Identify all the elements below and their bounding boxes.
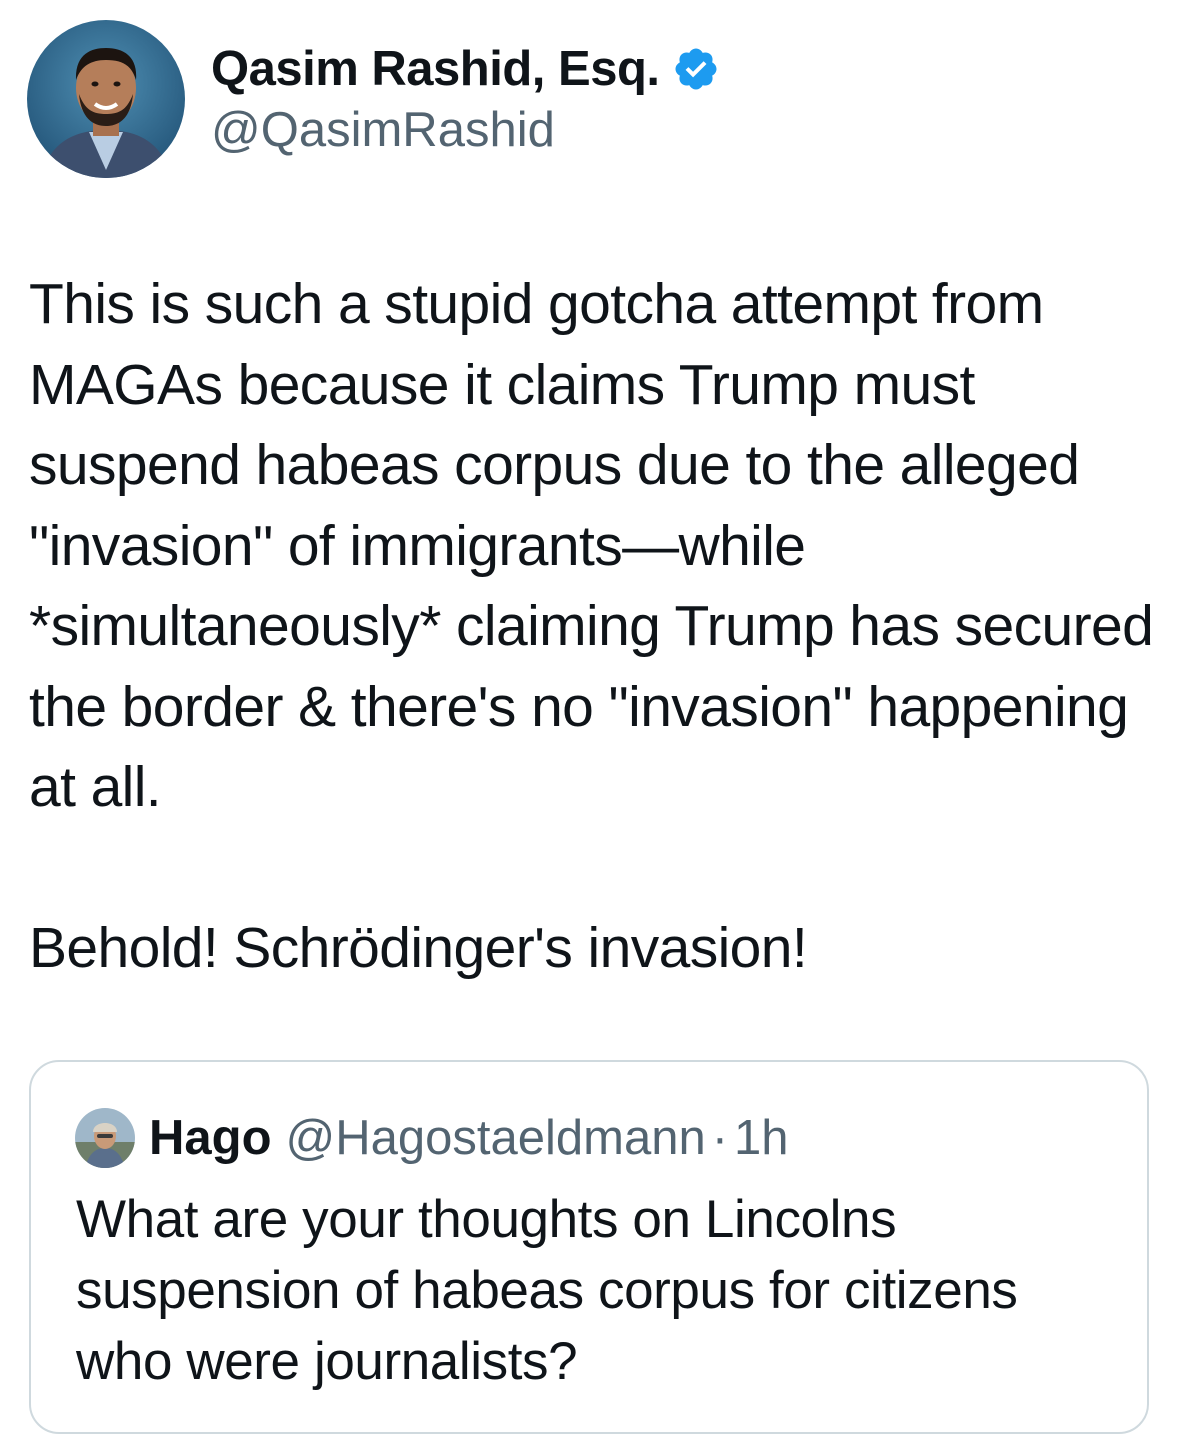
- author-name-row: Qasim Rashid, Esq.: [211, 36, 720, 102]
- author-avatar[interactable]: [27, 20, 185, 178]
- quoted-author-handle[interactable]: @Hagostaeldmann: [286, 1110, 706, 1166]
- quoted-author-avatar[interactable]: [75, 1108, 135, 1168]
- quoted-tweet-card[interactable]: Hago @Hagostaeldmann · 1h What are your …: [29, 1060, 1149, 1434]
- tweet-paragraph: This is such a stupid gotcha attempt fro…: [29, 272, 1169, 819]
- quoted-tweet-header: Hago @Hagostaeldmann · 1h: [75, 1106, 789, 1170]
- tweet-paragraph: Behold! Schrödinger's invasion!: [29, 916, 808, 980]
- author-handle[interactable]: @QasimRashid: [211, 102, 555, 158]
- tweet-body: This is such a stupid gotcha attempt fro…: [29, 264, 1159, 989]
- separator-dot: ·: [711, 1111, 729, 1165]
- author-display-name[interactable]: Qasim Rashid, Esq.: [211, 41, 660, 97]
- profile-photo-icon: [75, 1108, 135, 1168]
- quoted-author-display-name[interactable]: Hago: [149, 1110, 272, 1166]
- profile-photo-icon: [27, 20, 185, 178]
- quoted-tweet-timestamp[interactable]: 1h: [734, 1110, 789, 1166]
- verified-badge-icon[interactable]: [672, 45, 720, 93]
- quoted-tweet-text: What are your thoughts on Lincolns suspe…: [76, 1190, 1032, 1391]
